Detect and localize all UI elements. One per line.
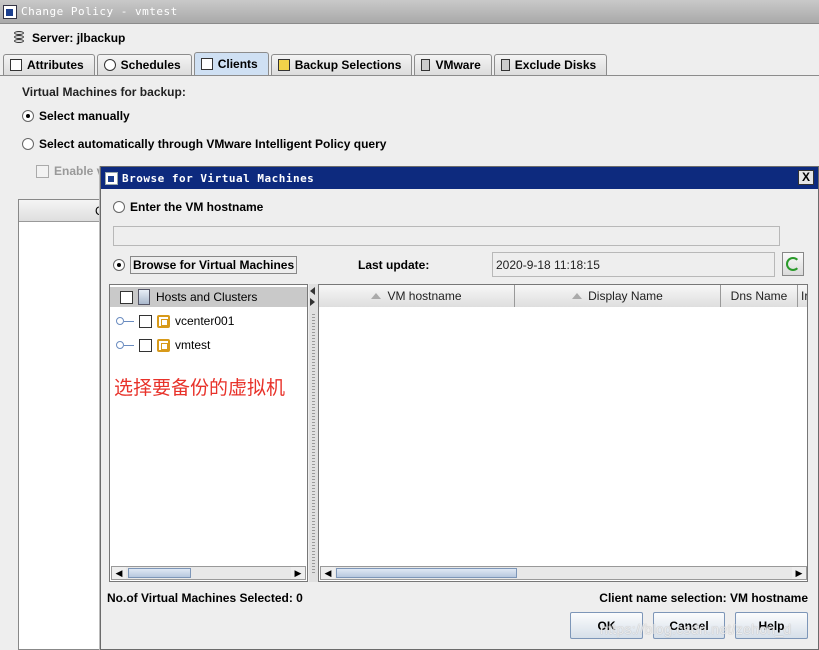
tree-label: vmtest	[175, 338, 211, 352]
tree-connector	[124, 345, 134, 346]
folder-icon	[277, 59, 290, 71]
parent-table-header: C	[19, 200, 107, 222]
column-label: Display Name	[588, 289, 663, 303]
table-header: VM hostname Display Name Dns Name Ir	[319, 285, 808, 307]
vm-table: VM hostname Display Name Dns Name Ir ◀ ▶	[318, 284, 808, 582]
tab-divider	[0, 75, 819, 76]
selected-count-status: No.of Virtual Machines Selected: 0	[107, 591, 303, 605]
tab-label: Attributes	[27, 58, 84, 72]
radio-label: Enter the VM hostname	[130, 200, 264, 214]
disk-icon	[500, 59, 510, 71]
clock-icon	[103, 59, 116, 71]
hostname-input[interactable]	[113, 226, 780, 246]
tab-schedules[interactable]: Schedules	[96, 54, 192, 75]
app-icon	[105, 171, 118, 185]
pane-splitter[interactable]	[309, 284, 318, 582]
tree-checkbox[interactable]	[139, 314, 152, 328]
vm-icon	[157, 314, 170, 328]
sort-icon	[371, 293, 382, 299]
tab-attributes[interactable]: Attributes	[3, 54, 95, 75]
last-update-field: 2020-9-18 11:18:15	[492, 252, 775, 277]
database-icon	[14, 31, 24, 45]
tab-label: Schedules	[120, 58, 181, 72]
scroll-right-arrow-icon[interactable]: ▶	[291, 567, 305, 579]
clients-icon	[200, 58, 213, 70]
window-titlebar[interactable]: Change Policy - vmtest	[0, 0, 819, 24]
select-auto-radio[interactable]: Select automatically through VMware Inte…	[22, 137, 386, 151]
tab-label: VMware	[435, 58, 481, 72]
select-manually-radio[interactable]: Select manually	[22, 109, 130, 123]
column-label: Ir	[801, 289, 808, 303]
tab-label: Clients	[217, 57, 258, 71]
tab-label: Exclude Disks	[514, 58, 597, 72]
radio-selected-icon	[22, 110, 34, 122]
parent-vm-table: C	[18, 199, 108, 650]
radio-label: Select automatically through VMware Inte…	[39, 137, 387, 151]
vm-backup-label: Virtual Machines for backup:	[22, 85, 186, 99]
scroll-left-arrow-icon[interactable]: ◀	[321, 567, 335, 579]
table-horizontal-scrollbar[interactable]: ◀ ▶	[320, 566, 807, 580]
tree-connector	[124, 321, 134, 322]
tree-item-vmtest[interactable]: vmtest	[139, 335, 210, 355]
tree-checkbox[interactable]	[139, 338, 152, 352]
tab-exclude-disks[interactable]: Exclude Disks	[493, 54, 608, 75]
server-row: Server: jlbackup	[0, 25, 819, 51]
radio-label: Select manually	[39, 109, 130, 123]
client-name-selection-status: Client name selection: VM hostname	[599, 591, 808, 605]
tree-horizontal-scrollbar[interactable]: ◀ ▶	[111, 566, 306, 580]
scroll-thumb[interactable]	[336, 568, 517, 578]
column-label: VM hostname	[387, 289, 462, 303]
radio-unselected-icon	[22, 138, 34, 150]
scroll-left-arrow-icon[interactable]: ◀	[112, 567, 126, 579]
browse-vm-dialog: Browse for Virtual Machines X Enter the …	[100, 166, 819, 650]
column-truncated[interactable]: Ir	[798, 285, 808, 307]
splitter-grip-icon	[312, 314, 315, 574]
tab-label: Backup Selections	[294, 58, 402, 72]
tree-node-handle-icon[interactable]	[116, 341, 124, 349]
column-vm-hostname[interactable]: VM hostname	[319, 285, 515, 307]
app-icon	[3, 4, 17, 19]
server-label: Server: jlbackup	[32, 31, 126, 45]
close-button[interactable]: X	[798, 170, 814, 185]
server-icon	[421, 59, 431, 71]
collapse-left-arrow-icon[interactable]	[310, 287, 315, 295]
radio-label: Browse for Virtual Machines	[130, 256, 298, 274]
radio-selected-icon	[113, 259, 125, 271]
window-title: Change Policy - vmtest	[21, 5, 178, 18]
dialog-titlebar[interactable]: Browse for Virtual Machines X	[101, 167, 818, 189]
host-tree: Hosts and Clusters vcenter001 vmtest 选择要…	[109, 284, 308, 582]
tab-bar: Attributes Schedules Clients Backup Sele…	[3, 52, 609, 75]
tab-vmware[interactable]: VMware	[414, 54, 492, 75]
collapse-right-arrow-icon[interactable]	[310, 298, 315, 306]
refresh-icon	[786, 257, 800, 271]
tab-backup-selections[interactable]: Backup Selections	[270, 54, 413, 75]
scroll-right-arrow-icon[interactable]: ▶	[792, 567, 806, 579]
dialog-title: Browse for Virtual Machines	[122, 171, 315, 185]
radio-unselected-icon	[113, 201, 125, 213]
checkbox-icon	[36, 164, 49, 178]
watermark-text: https://blog.csdn.net/zehon_d	[600, 621, 792, 637]
tree-root-hosts-and-clusters[interactable]: Hosts and Clusters	[110, 287, 307, 307]
annotation-text: 选择要备份的虚拟机	[114, 377, 286, 399]
column-display-name[interactable]: Display Name	[515, 285, 721, 307]
tree-item-vcenter001[interactable]: vcenter001	[139, 311, 234, 331]
last-update-label: Last update:	[358, 258, 430, 272]
browse-vm-radio[interactable]: Browse for Virtual Machines	[113, 256, 298, 274]
checkbox-label: Enable v	[54, 164, 104, 178]
sort-icon	[572, 293, 583, 299]
vm-icon	[157, 338, 170, 352]
tree-label: vcenter001	[175, 314, 235, 328]
list-icon	[10, 59, 22, 71]
host-cluster-icon	[138, 289, 150, 305]
column-dns-name[interactable]: Dns Name	[721, 285, 798, 307]
tab-clients[interactable]: Clients	[193, 52, 269, 75]
scroll-thumb[interactable]	[128, 568, 191, 578]
tree-label: Hosts and Clusters	[156, 290, 258, 304]
enable-checkbox[interactable]: Enable v	[36, 164, 103, 178]
tree-checkbox[interactable]	[120, 290, 133, 304]
tree-node-handle-icon[interactable]	[116, 317, 124, 325]
column-label: Dns Name	[730, 289, 788, 303]
enter-hostname-radio[interactable]: Enter the VM hostname	[113, 200, 263, 214]
refresh-button[interactable]	[782, 252, 804, 276]
